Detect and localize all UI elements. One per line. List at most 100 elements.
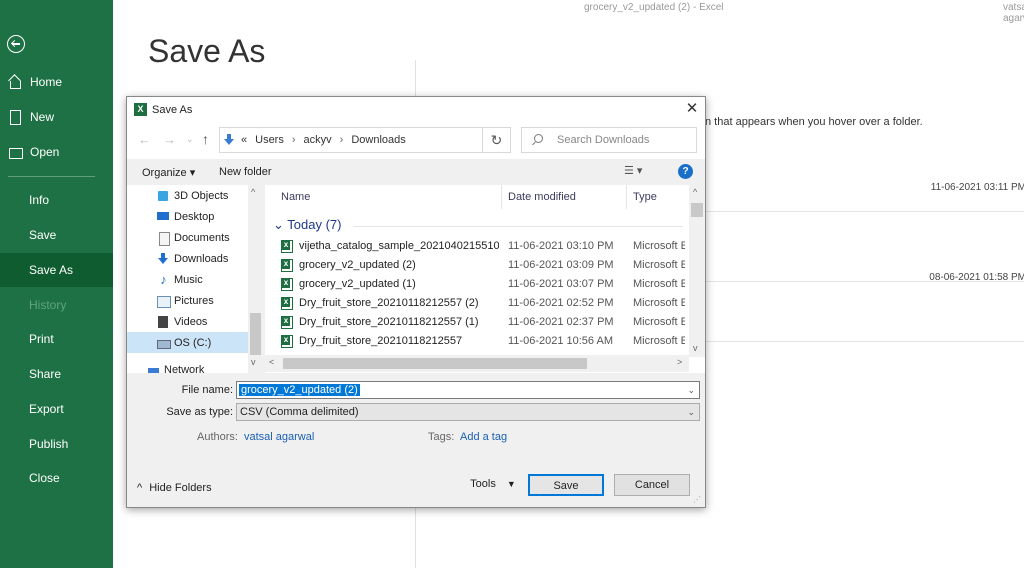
download-icon <box>157 252 170 265</box>
refresh-icon[interactable]: ↻ <box>483 127 511 153</box>
view-options-icon[interactable]: ☰ ▾ <box>624 164 642 177</box>
network-icon <box>147 364 160 373</box>
scroll-up-icon[interactable]: ^ <box>251 187 255 197</box>
column-header-type[interactable]: Type <box>627 185 687 209</box>
authors-value[interactable]: vatsal agarwal <box>244 431 314 443</box>
file-type: Microsoft Excel <box>633 278 685 290</box>
documents-icon <box>157 231 170 246</box>
tree-item-pictures[interactable]: Pictures <box>127 290 248 311</box>
column-header-date[interactable]: Date modified <box>502 185 626 209</box>
tree-item-videos[interactable]: Videos <box>127 311 248 332</box>
nav-save-as-label: Save As <box>29 263 74 277</box>
close-button[interactable]: ✕ <box>682 99 702 119</box>
up-arrow-icon[interactable]: ↑ <box>202 131 209 147</box>
help-icon[interactable]: ? <box>678 164 693 179</box>
tree-item-documents[interactable]: Documents <box>127 227 248 248</box>
page-title: Save As <box>148 33 266 69</box>
search-input[interactable]: Search Downloads <box>521 127 697 153</box>
scrollbar-thumb[interactable] <box>691 203 703 217</box>
tree-item-music[interactable]: ♪ Music <box>127 269 248 290</box>
file-name-value: grocery_v2_updated (2) <box>239 384 360 396</box>
nav-home[interactable]: Home <box>0 65 113 99</box>
excel-file-icon <box>281 335 293 348</box>
file-date: 11-06-2021 03:07 PM <box>508 278 614 290</box>
scroll-down-icon[interactable]: v <box>251 357 256 367</box>
file-row[interactable]: vijetha_catalog_sample_20210402155101 11… <box>265 237 685 256</box>
breadcrumb-users[interactable]: Users <box>255 134 284 146</box>
tools-label: Tools <box>470 478 496 490</box>
group-header-today[interactable]: ⌄ Today (7) <box>273 217 341 233</box>
chevron-up-icon: ^ <box>137 482 143 494</box>
organize-button[interactable]: Organize ▾ <box>142 166 195 179</box>
tools-button[interactable]: Tools ▼ <box>467 474 519 496</box>
nav-home-label: Home <box>30 75 63 89</box>
caret-down-icon: ▼ <box>506 479 516 489</box>
nav-save-as[interactable]: Save As <box>0 253 113 287</box>
forward-icon[interactable]: → <box>163 132 176 147</box>
nav-share[interactable]: Share <box>0 357 113 391</box>
navigation-bar: ← → ⌄ ↑ « Users › ackyv › Downloads ↻ Se… <box>127 123 705 159</box>
breadcrumb-ackyv[interactable]: ackyv <box>304 134 332 146</box>
add-tag-link[interactable]: Add a tag <box>460 431 507 443</box>
chevron-right-icon: › <box>339 134 344 146</box>
file-name-input[interactable]: grocery_v2_updated (2) ⌄ <box>236 381 700 399</box>
scrollbar-thumb[interactable] <box>250 313 261 355</box>
nav-publish[interactable]: Publish <box>0 427 113 461</box>
hint-text: n that appears when you hover over a fol… <box>705 116 923 128</box>
file-list-scrollbar[interactable]: ^ v <box>689 185 705 357</box>
save-button[interactable]: Save <box>528 474 604 496</box>
hide-folders-button[interactable]: ^ Hide Folders <box>137 482 212 494</box>
chevron-down-icon: ⌄ <box>687 407 695 417</box>
cancel-button[interactable]: Cancel <box>614 474 690 496</box>
file-type: Microsoft Excel <box>633 335 685 347</box>
back-arrow-icon[interactable] <box>7 35 25 53</box>
file-row[interactable]: Dry_fruit_store_20210118212557 (2) 11-06… <box>265 294 685 313</box>
column-header-name[interactable]: Name <box>275 185 501 209</box>
cube-icon <box>157 190 170 202</box>
scrollbar-thumb[interactable] <box>283 358 587 369</box>
recent-locations-icon[interactable]: ⌄ <box>186 134 194 145</box>
folder-tree-scrollbar[interactable]: ^ v <box>248 185 263 373</box>
scroll-up-icon[interactable]: ^ <box>693 187 697 197</box>
nav-save[interactable]: Save <box>0 218 113 252</box>
tree-item-label: OS (C:) <box>174 336 212 349</box>
tree-item-desktop[interactable]: Desktop <box>127 206 248 227</box>
file-name: Dry_fruit_store_20210118212557 <box>299 335 463 347</box>
tree-item-label: 3D Objects <box>174 189 229 202</box>
recent-date: 08-06-2021 01:58 PM <box>929 272 1024 283</box>
nav-export[interactable]: Export <box>0 392 113 426</box>
chevron-right-icon: › <box>291 134 296 146</box>
file-row[interactable]: grocery_v2_updated (1) 11-06-2021 03:07 … <box>265 275 685 294</box>
file-row[interactable]: Dry_fruit_store_20210118212557 (1) 11-06… <box>265 313 685 332</box>
nav-new[interactable]: New <box>0 100 113 134</box>
chevron-down-icon[interactable]: ⌄ <box>687 382 695 398</box>
excel-file-icon <box>281 240 293 253</box>
scroll-right-icon[interactable]: > <box>677 357 682 367</box>
address-bar[interactable]: « Users › ackyv › Downloads <box>219 127 483 153</box>
tree-item-network[interactable]: Network <box>127 359 248 373</box>
nav-publish-label: Publish <box>29 437 69 451</box>
scroll-down-icon[interactable]: v <box>693 343 698 353</box>
tree-item-3d-objects[interactable]: 3D Objects <box>127 185 248 206</box>
nav-open[interactable]: Open <box>0 135 113 169</box>
file-row[interactable]: Dry_fruit_store_20210118212557 11-06-202… <box>265 332 685 351</box>
breadcrumb-downloads[interactable]: Downloads <box>351 134 405 146</box>
address-prefix: « <box>241 134 248 146</box>
group-label: Today (7) <box>287 217 342 232</box>
save-as-type-select[interactable]: CSV (Comma delimited) ⌄ <box>236 403 700 421</box>
resize-grip-icon[interactable]: ⋰ <box>693 495 701 504</box>
tree-item-downloads[interactable]: Downloads <box>127 248 248 269</box>
dialog-titlebar: X Save As ✕ <box>127 97 705 123</box>
nav-info[interactable]: Info <box>0 183 113 217</box>
file-name: vijetha_catalog_sample_20210402155101 <box>299 240 499 252</box>
nav-close[interactable]: Close <box>0 461 113 495</box>
file-row[interactable]: grocery_v2_updated (2) 11-06-2021 03:09 … <box>265 256 685 275</box>
file-name-label: File name: <box>181 384 233 396</box>
tree-item-os-c[interactable]: OS (C:) <box>127 332 248 353</box>
nav-print[interactable]: Print <box>0 322 113 356</box>
file-list-hscrollbar[interactable]: < > <box>265 355 689 372</box>
back-icon[interactable]: ← <box>138 132 151 147</box>
home-icon <box>8 75 22 89</box>
new-folder-button[interactable]: New folder <box>219 166 272 178</box>
scroll-left-icon[interactable]: < <box>269 357 274 367</box>
